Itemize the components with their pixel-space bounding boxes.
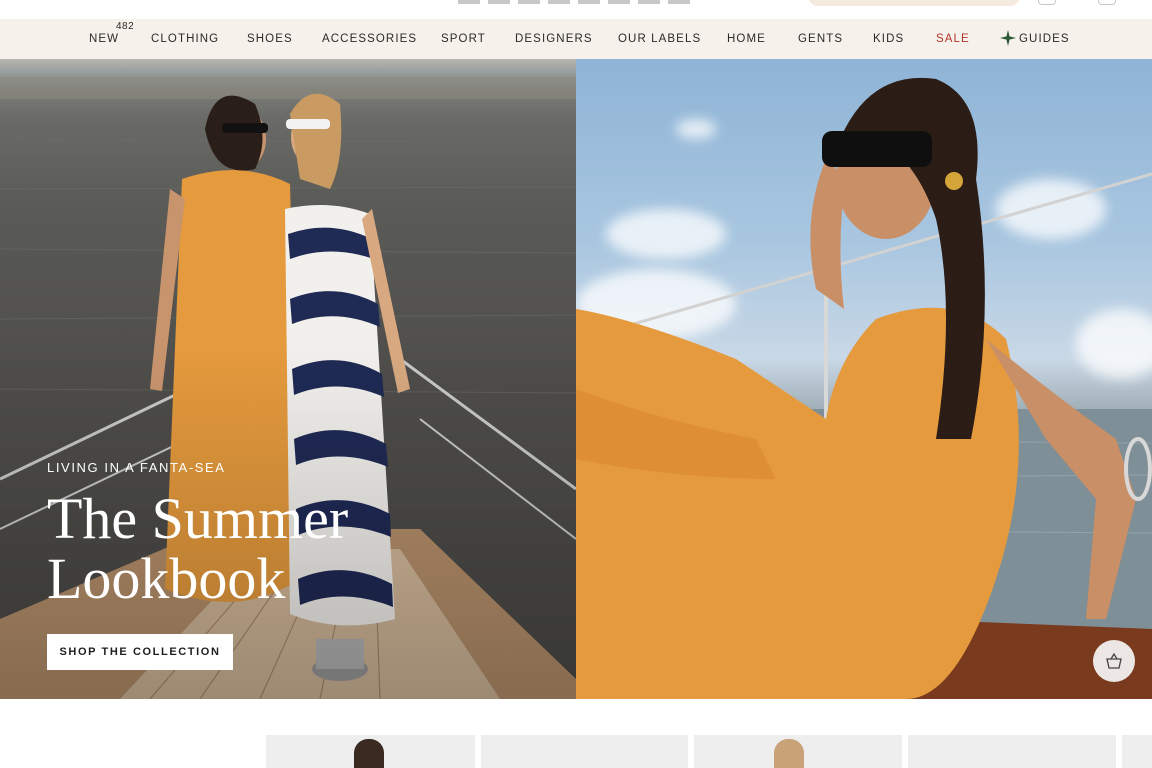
nav-item-kids[interactable]: Kids [873, 19, 904, 59]
search-bar-cropped[interactable] [808, 0, 1020, 6]
basket-icon [1106, 653, 1122, 669]
product-card[interactable] [908, 735, 1116, 768]
product-card[interactable] [1122, 735, 1152, 768]
nav-item-new[interactable]: New [89, 19, 119, 59]
top-banner-text-cropped [458, 0, 698, 4]
shop-the-collection-button[interactable]: SHOP THE COLLECTION [47, 634, 233, 670]
floating-basket-button[interactable] [1093, 640, 1135, 682]
nav-item-our-labels[interactable]: Our Labels [618, 19, 701, 59]
nav-item-clothing[interactable]: Clothing [151, 19, 219, 59]
main-navigation: New 482 Clothing Shoes Accessories Sport… [0, 19, 1152, 59]
new-count-badge: 482 [116, 21, 135, 32]
nav-item-shoes[interactable]: Shoes [247, 19, 293, 59]
nav-item-gents[interactable]: Gents [798, 19, 843, 59]
account-icon[interactable] [1038, 0, 1056, 5]
product-card[interactable] [481, 735, 688, 768]
nav-item-designers[interactable]: Designers [515, 19, 593, 59]
nav-item-guides[interactable]: Guides [1000, 19, 1070, 59]
bag-icon[interactable] [1098, 0, 1116, 5]
top-utility-bar [0, 0, 1152, 19]
compass-star-icon [1000, 29, 1016, 46]
product-carousel [0, 699, 1152, 768]
product-card[interactable] [694, 735, 902, 768]
hero-eyebrow: LIVING IN A FANTA-SEA [47, 460, 226, 475]
hero-copy: LIVING IN A FANTA-SEA The Summer Lookboo… [47, 460, 367, 609]
hero-image-right[interactable] [576, 59, 1152, 699]
nav-item-guides-label: Guides [1019, 33, 1070, 45]
nav-item-accessories[interactable]: Accessories [322, 19, 417, 59]
nav-item-sale[interactable]: Sale [936, 19, 970, 59]
product-card[interactable] [266, 735, 475, 768]
hero-banner: LIVING IN A FANTA-SEA The Summer Lookboo… [0, 59, 1152, 699]
hero-right-illustration [576, 77, 1152, 699]
hero-title: The Summer Lookbook [47, 486, 349, 611]
nav-item-sport[interactable]: Sport [441, 19, 486, 59]
nav-item-home[interactable]: Home [727, 19, 766, 59]
